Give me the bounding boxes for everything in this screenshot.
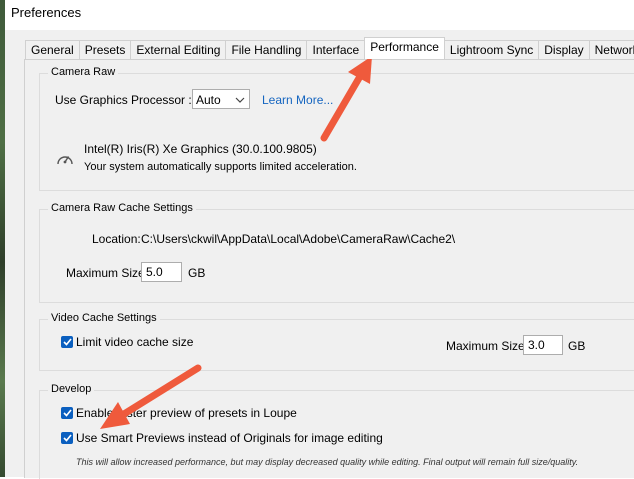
tab-lightroom-sync[interactable]: Lightroom Sync: [444, 40, 539, 61]
gauge-icon: [57, 156, 73, 165]
tab-bar: General Presets External Editing File Ha…: [25, 37, 634, 61]
title-bar: Preferences: [5, 0, 634, 30]
cache-max-size-input[interactable]: 5.0: [141, 262, 182, 282]
tab-performance[interactable]: Performance: [364, 37, 445, 59]
gpu-status: Your system automatically supports limit…: [84, 161, 357, 173]
smart-previews-label: Use Smart Previews instead of Originals …: [76, 431, 383, 445]
learn-more-link[interactable]: Learn More...: [262, 93, 333, 107]
cache-size-unit: GB: [188, 266, 206, 280]
performance-panel: Camera Raw Use Graphics Processor : Auto…: [24, 59, 634, 479]
develop-note: This will allow increased performance, b…: [76, 457, 579, 467]
video-max-size-label: Maximum Size:: [446, 339, 529, 353]
tab-presets[interactable]: Presets: [78, 40, 131, 61]
gpu-select[interactable]: Auto: [192, 89, 250, 109]
checkmark-icon: [63, 434, 72, 442]
checkmark-icon: [63, 338, 72, 346]
gpu-name: Intel(R) Iris(R) Xe Graphics (30.0.100.9…: [84, 142, 317, 156]
cache-location-value: C:\Users\ckwil\AppData\Local\Adobe\Camer…: [141, 232, 456, 246]
video-max-size-input[interactable]: 3.0: [523, 335, 563, 355]
tab-network[interactable]: Network: [588, 40, 634, 61]
video-cache-legend: Video Cache Settings: [48, 312, 160, 324]
limit-video-cache-checkbox[interactable]: [61, 336, 73, 348]
camera-raw-legend: Camera Raw: [48, 66, 119, 78]
video-cache-group: Video Cache Settings Limit video cache s…: [39, 312, 634, 371]
tab-external-editing[interactable]: External Editing: [130, 40, 226, 61]
preferences-dialog: Preferences General Presets External Edi…: [5, 0, 634, 479]
window-title: Preferences: [11, 5, 82, 20]
faster-preview-label: Enable faster preview of presets in Loup…: [76, 406, 297, 420]
develop-group: Develop Enable faster preview of presets…: [39, 383, 634, 479]
video-size-unit: GB: [568, 339, 586, 353]
tab-general[interactable]: General: [25, 40, 79, 61]
gpu-select-value: Auto: [196, 93, 221, 107]
cache-location-label: Location:: [92, 232, 141, 246]
tab-interface[interactable]: Interface: [306, 40, 365, 61]
tab-display[interactable]: Display: [538, 40, 589, 61]
faster-preview-checkbox[interactable]: [61, 407, 73, 419]
camera-raw-group: Camera Raw Use Graphics Processor : Auto…: [39, 66, 634, 191]
develop-legend: Develop: [48, 383, 95, 395]
smart-previews-checkbox[interactable]: [61, 432, 73, 444]
tab-file-handling[interactable]: File Handling: [225, 40, 307, 61]
cache-settings-legend: Camera Raw Cache Settings: [48, 202, 196, 214]
checkmark-icon: [63, 409, 72, 417]
cache-max-size-label: Maximum Size:: [66, 266, 149, 280]
limit-video-cache-label: Limit video cache size: [76, 335, 194, 349]
cache-settings-group: Camera Raw Cache Settings Location: C:\U…: [39, 202, 634, 303]
gpu-label: Use Graphics Processor :: [55, 93, 192, 107]
chevron-down-icon: [235, 97, 245, 103]
